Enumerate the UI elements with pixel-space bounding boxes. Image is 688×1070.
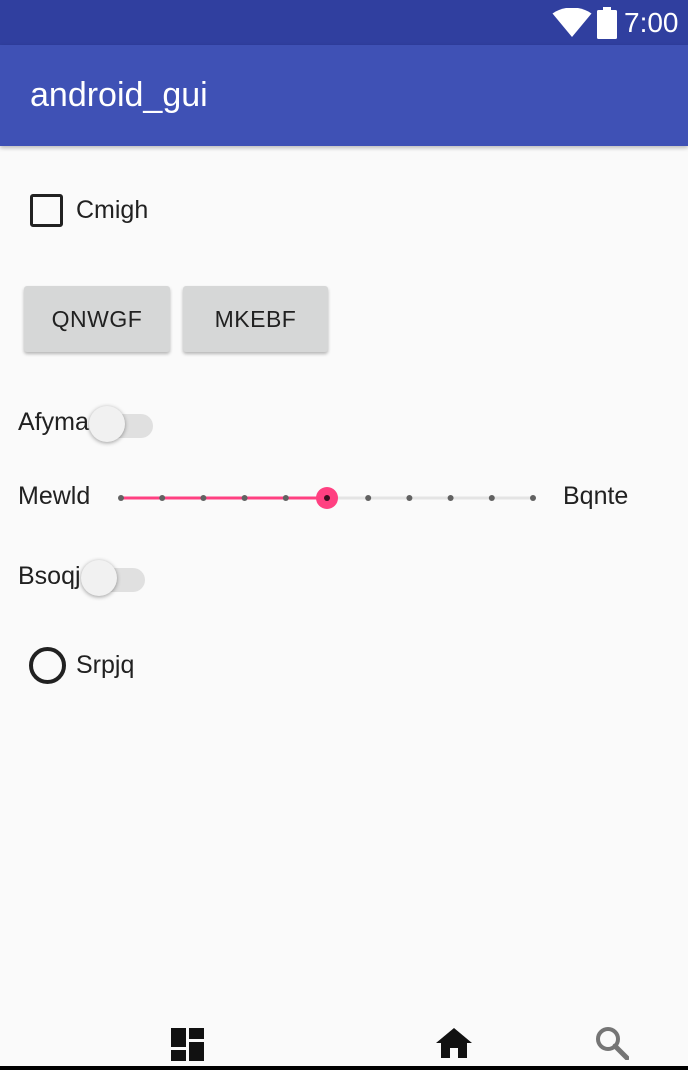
seekbar-tick <box>118 495 124 501</box>
afyma-switch[interactable] <box>88 402 157 442</box>
seekbar-tick <box>406 495 413 501</box>
app-bar: android_gui <box>0 45 688 146</box>
switch-thumb[interactable] <box>88 406 125 442</box>
seekbar-min-label: Mewld <box>18 482 91 510</box>
qnwgf-button[interactable]: QNWGF <box>24 286 170 352</box>
seekbar-tick <box>447 495 454 501</box>
seekbar-max-label: Bqnte <box>563 482 629 510</box>
seekbar-tick <box>282 495 289 501</box>
switch-row-bsoqj: Bsoqj <box>18 556 149 596</box>
seekbar-thumb-dot <box>324 495 330 501</box>
status-bar: 7:00 <box>0 0 688 45</box>
seekbar-tick <box>365 495 372 501</box>
seekbar-tick <box>530 495 536 501</box>
dashboard-icon[interactable] <box>171 1028 204 1061</box>
seekbar-tick <box>488 495 495 501</box>
home-icon[interactable] <box>436 1028 472 1058</box>
search-icon[interactable] <box>595 1026 629 1060</box>
radio-srpjq[interactable]: Srpjq <box>29 646 134 684</box>
seekbar-row: Mewld Bqnte <box>18 480 678 516</box>
seekbar-tick <box>159 495 166 501</box>
switch-row-afyma: Afyma <box>18 402 157 442</box>
nav-bar-line <box>0 1066 688 1070</box>
switch-label: Bsoqj <box>18 561 81 590</box>
wifi-icon <box>552 8 592 37</box>
radio-button[interactable] <box>29 646 66 684</box>
bsoqj-switch[interactable] <box>80 556 149 596</box>
status-time: 7:00 <box>624 7 679 38</box>
battery-icon <box>597 7 617 39</box>
mkebf-button[interactable]: MKEBF <box>183 286 328 352</box>
bottom-navigation <box>0 1018 688 1070</box>
checkbox-label: Cmigh <box>76 195 149 224</box>
app-title: android_gui <box>30 76 208 114</box>
checkbox-box[interactable] <box>30 193 63 227</box>
seekbar-tick <box>200 495 207 501</box>
switch-label: Afyma <box>18 407 89 436</box>
seekbar-tick <box>241 495 248 501</box>
discrete-seekbar[interactable] <box>114 480 540 516</box>
radio-label: Srpjq <box>76 650 135 679</box>
switch-thumb[interactable] <box>80 560 117 596</box>
checkbox-cmigh[interactable]: Cmigh <box>30 192 148 228</box>
